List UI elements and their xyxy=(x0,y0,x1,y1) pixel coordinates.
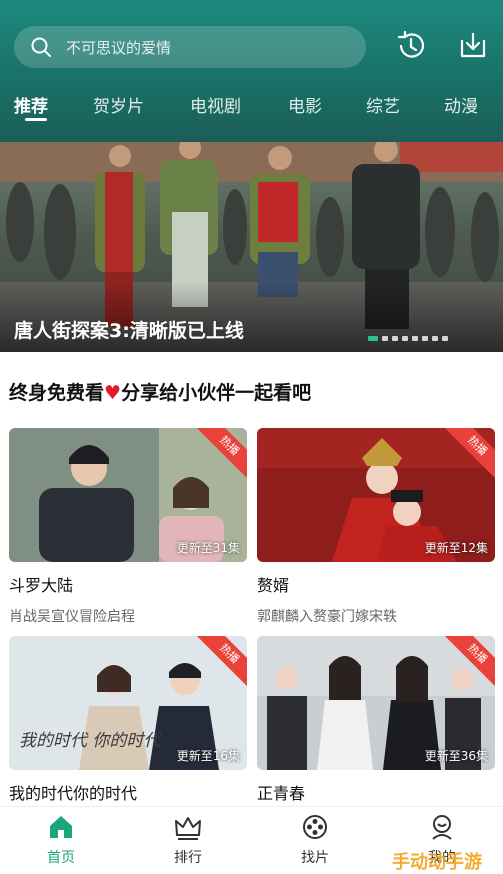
carousel-dot xyxy=(382,336,388,341)
nav-label: 找片 xyxy=(301,850,329,866)
carousel-dot xyxy=(402,336,408,341)
heart-icon: ♥ xyxy=(104,382,122,404)
show-poster: 热播 更新至31集 xyxy=(9,428,247,562)
show-subtitle: 郭麒麟入赘豪门嫁宋轶 xyxy=(257,609,397,625)
promo-text-before: 终身免费看 xyxy=(9,382,105,404)
show-card-zheng-qingchun[interactable]: 热播 更新至36集 正青春 xyxy=(257,636,495,804)
carousel-dot xyxy=(392,336,398,341)
nav-label: 首页 xyxy=(47,850,75,866)
tab-tv-series[interactable]: 电视剧 xyxy=(190,92,241,117)
carousel-dot xyxy=(368,336,378,341)
episode-label: 更新至12集 xyxy=(424,541,488,555)
carousel-dot xyxy=(432,336,438,341)
poster-title-text: 我的时代 你的时代 xyxy=(19,731,162,751)
show-card-douluo[interactable]: 热播 更新至31集 斗罗大陆 肖战吴宣仪冒险启程 xyxy=(9,428,247,626)
episode-label: 更新至31集 xyxy=(176,541,240,555)
tab-new-year-movies[interactable]: 贺岁片 xyxy=(93,92,144,117)
tab-recommend[interactable]: 推荐 xyxy=(14,92,48,117)
banner-title: 唐人街探案3:清晰版已上线 xyxy=(14,320,244,342)
carousel-dot xyxy=(422,336,428,341)
show-poster: 我的时代 你的时代 热播 更新至16集 xyxy=(9,636,247,770)
nav-ranking[interactable]: 排行 xyxy=(148,813,228,867)
tab-variety[interactable]: 综艺 xyxy=(366,92,400,117)
show-poster: 热播 更新至12集 xyxy=(257,428,495,562)
show-title: 我的时代你的时代 xyxy=(9,784,138,803)
carousel-indicator xyxy=(368,336,448,342)
watermark-text: 手动动手游 xyxy=(392,852,482,873)
search-icon xyxy=(31,37,51,57)
download-icon[interactable] xyxy=(455,28,491,64)
promo-text-after: 分享给小伙伴一起看吧 xyxy=(121,382,312,404)
user-icon xyxy=(432,815,452,840)
carousel-dot xyxy=(412,336,418,341)
show-title: 赘婿 xyxy=(257,576,290,595)
category-tabs: 推荐 贺岁片 电视剧 电影 综艺 动漫 xyxy=(0,86,503,126)
promo-text: 终身免费看♥分享给小伙伴一起看吧 xyxy=(9,378,311,405)
nav-home[interactable]: 首页 xyxy=(21,813,101,867)
episode-label: 更新至36集 xyxy=(424,749,488,763)
history-icon[interactable] xyxy=(393,28,429,64)
search-placeholder: 不可思议的爱情 xyxy=(66,38,172,57)
show-title: 斗罗大陆 xyxy=(9,576,74,595)
film-reel-icon xyxy=(303,815,327,839)
tab-movies[interactable]: 电影 xyxy=(288,92,322,117)
nav-find-film[interactable]: 找片 xyxy=(275,813,355,867)
show-title: 正青春 xyxy=(257,784,306,803)
hero-banner[interactable]: 唐人街探案3:清晰版已上线 xyxy=(0,142,503,352)
nav-label: 排行 xyxy=(174,850,202,866)
top-header: 不可思议的爱情 推荐 贺岁片 电视剧 电影 综艺 动漫 xyxy=(0,0,503,142)
active-tab-indicator xyxy=(25,118,47,121)
home-icon xyxy=(50,816,72,838)
show-card-zhuixu[interactable]: 热播 更新至12集 赘婿 郭麒麟入赘豪门嫁宋轶 xyxy=(257,428,495,626)
show-card-my-time[interactable]: 我的时代 你的时代 热播 更新至16集 我的时代你的时代 xyxy=(9,636,247,804)
show-poster: 热播 更新至36集 xyxy=(257,636,495,770)
show-subtitle: 肖战吴宣仪冒险启程 xyxy=(9,609,135,625)
search-bar[interactable]: 不可思议的爱情 xyxy=(14,26,366,68)
episode-label: 更新至16集 xyxy=(176,749,240,763)
carousel-dot xyxy=(442,336,448,341)
tab-anime[interactable]: 动漫 xyxy=(444,92,478,117)
crown-icon xyxy=(175,817,201,840)
